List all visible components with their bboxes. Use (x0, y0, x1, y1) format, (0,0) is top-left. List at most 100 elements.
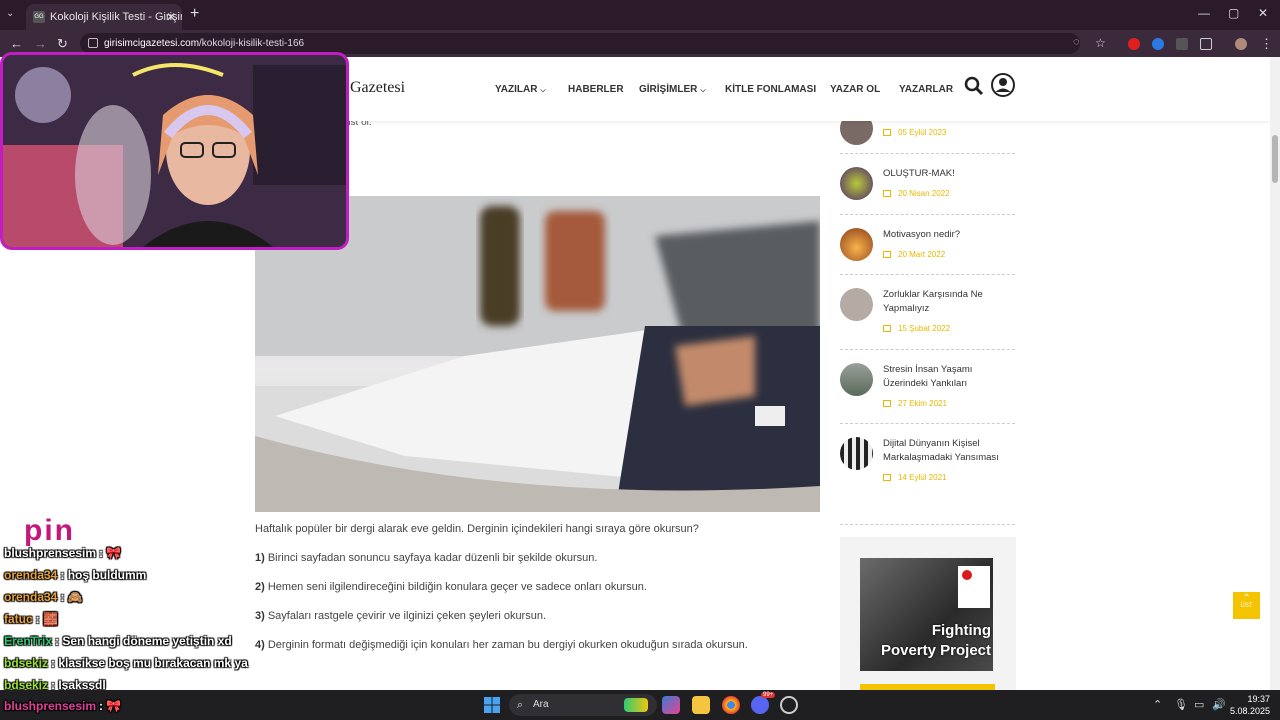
forward-arrow-icon[interactable]: → (34, 36, 47, 51)
tab-title: Kokoloji Kişilik Testi - Girişimci G (50, 11, 182, 23)
discord-icon[interactable] (751, 696, 769, 714)
tab-list-chevron-icon[interactable]: ⌄ (6, 8, 14, 19)
scrollbar-thumb[interactable] (1272, 135, 1278, 183)
close-window-button[interactable]: ✕ (1258, 6, 1268, 20)
minimize-button[interactable]: — (1198, 6, 1210, 20)
ad-caption-line-1: Fighting (931, 622, 991, 639)
sidebar-post[interactable]: Stresin İnsan Yaşamı Üzerindeki Yankılar… (840, 350, 1015, 424)
chat-message: fatuc: 🧱 (4, 612, 58, 626)
chat-username: bdsekiz (4, 656, 49, 670)
chat-message: orenda34: hoş buldumm (4, 568, 146, 582)
nav-kitle-fonlamasi[interactable]: KİTLE FONLAMASI (725, 84, 816, 95)
back-arrow-icon[interactable]: ← (10, 36, 23, 51)
post-date-text: 05 Eylül 2023 (898, 128, 947, 137)
option-text: Birinci sayfadan sonuncu sayfaya kadar d… (267, 552, 598, 564)
extensions-puzzle-icon[interactable] (1200, 38, 1212, 50)
post-title[interactable]: Stresin İnsan Yaşamı Üzerindeki Yankılar… (883, 363, 1015, 391)
bookmark-star-icon[interactable]: ☆ (1095, 36, 1106, 50)
tab-close-icon[interactable]: ✕ (166, 4, 176, 30)
chevron-down-icon: ⌵ (540, 87, 546, 94)
sidebar-ad[interactable]: Fighting Poverty Project (840, 537, 1016, 690)
profile-avatar[interactable] (1235, 38, 1247, 50)
clock-date: 5.08.2025 (1230, 706, 1271, 716)
chat-username: orenda34 (4, 590, 58, 604)
site-info-icon[interactable] (88, 38, 98, 48)
nav-label: GİRİŞİMLER (639, 84, 698, 95)
article-question: Haftalık popüler bir dergi alarak eve ge… (255, 523, 699, 535)
option-text: Derginin formatı değişmediği için konula… (267, 639, 748, 651)
address-bar[interactable]: girisimcigazetesi.com/kokoloji-kisilik-t… (80, 33, 1080, 54)
taskbar-clock[interactable]: 19:37 5.08.2025 (1230, 693, 1270, 717)
chat-username: orenda34 (4, 568, 58, 582)
calendar-icon (883, 400, 891, 407)
chat-text: : 🎀 (99, 699, 122, 713)
option-3: 3) Sayfaları rastgele çevirir ve ilginiz… (255, 610, 546, 622)
extension-blue-icon[interactable] (1152, 38, 1164, 50)
post-thumbnail (840, 437, 873, 470)
post-date: 05 Eylül 2023 (883, 128, 946, 137)
copilot-icon[interactable] (662, 696, 680, 714)
chat-text: : 🎀 (99, 546, 122, 560)
sidebar-post[interactable]: Dijital Dünyanın Kişisel Markalaşmadaki … (840, 424, 1015, 525)
new-tab-button[interactable]: + (190, 5, 199, 23)
option-text: Sayfaları rastgele çevirir ve ilginizi ç… (267, 610, 547, 622)
nav-yazarlar[interactable]: YAZARLAR (899, 84, 953, 95)
search-icon[interactable] (964, 76, 984, 96)
browser-menu-icon[interactable]: ⋮ (1260, 36, 1273, 52)
chat-username: blushprensesim (4, 546, 97, 560)
nav-girisimler[interactable]: GİRİŞİMLER ⌵ (639, 84, 706, 95)
tray-chevron-up-icon[interactable]: ⌃ (1153, 698, 1162, 711)
site-logo[interactable]: Gazetesi (350, 79, 405, 97)
tab-active[interactable]: GG Kokoloji Kişilik Testi - Girişimci G … (26, 4, 182, 30)
nav-label: HABERLER (568, 84, 624, 95)
extension-dark-icon[interactable] (1176, 38, 1188, 50)
chat-username: blushprensesim (4, 699, 97, 713)
post-date-text: 15 Şubat 2022 (898, 324, 951, 333)
maximize-button[interactable]: ▢ (1228, 6, 1239, 20)
ad-image[interactable]: Fighting Poverty Project (860, 558, 993, 671)
chevron-down-icon: ⌵ (700, 87, 706, 94)
notification-badge: 99+ (761, 692, 776, 698)
chrome-icon[interactable] (722, 696, 740, 714)
post-title[interactable]: OLUŞTUR-MAK! (883, 167, 1015, 181)
post-title[interactable]: Motivasyon nedir? (883, 228, 1015, 242)
microphone-icon[interactable]: 🎙 (1174, 698, 1188, 711)
url-host: girisimcigazetesi.com (104, 38, 200, 49)
chat-text: : Sen hangi döneme yetiştin xd (55, 634, 232, 648)
chat-message: ErenTrix: Sen hangi döneme yetiştin xd (4, 634, 232, 648)
page-scrollbar[interactable] (1270, 57, 1280, 690)
chevron-up-icon: ⌃ (1242, 593, 1251, 604)
post-date: 15 Şubat 2022 (883, 324, 950, 333)
user-account-icon[interactable] (991, 73, 1015, 97)
reload-icon[interactable]: ↻ (57, 36, 68, 52)
chat-message: blushprensesim: 🎀 (4, 546, 121, 560)
site-favicon-icon: GG (33, 11, 45, 23)
post-date: 14 Eylül 2021 (883, 473, 946, 482)
extension-red-icon[interactable] (1128, 38, 1140, 50)
nav-haberler[interactable]: HABERLER (568, 84, 624, 95)
calendar-icon (883, 190, 891, 197)
post-title[interactable]: Zorluklar Karşısında Ne Yapmalıyız (883, 288, 1015, 316)
sidebar-post[interactable]: Zorluklar Karşısında Ne Yapmalıyız 15 Şu… (840, 275, 1015, 350)
post-title[interactable]: Dijital Dünyanın Kişisel Markalaşmadaki … (883, 437, 1015, 465)
calendar-icon (883, 474, 891, 481)
network-icon[interactable]: ▭ (1194, 698, 1204, 711)
widget-app-icon[interactable] (624, 698, 648, 712)
eye-slash-icon[interactable]: ◌ (1073, 36, 1080, 48)
sidebar-post[interactable]: OLUŞTUR-MAK! 20 Nisan 2022 (840, 154, 1015, 215)
chat-text: : 🙈 (60, 590, 83, 604)
chat-message: orenda34: 🙈 (4, 590, 83, 604)
file-explorer-icon[interactable] (692, 696, 710, 714)
sidebar-post[interactable]: Motivasyon nedir? 20 Mart 2022 (840, 215, 1015, 275)
obs-icon[interactable] (780, 696, 798, 714)
webcam-overlay (0, 52, 349, 250)
post-thumbnail (840, 228, 873, 261)
nav-yazar-ol[interactable]: YAZAR OL (830, 84, 880, 95)
windows-start-icon[interactable] (484, 697, 500, 713)
nav-yazilar[interactable]: YAZILAR ⌵ (495, 84, 546, 95)
scroll-to-top-button[interactable]: ⌃ ÜST (1233, 592, 1260, 619)
nav-label: YAZILAR (495, 84, 538, 95)
clock-time: 19:37 (1247, 694, 1270, 704)
option-4: 4) Derginin formatı değişmediği için kon… (255, 639, 748, 651)
volume-icon[interactable]: 🔊 (1212, 698, 1226, 711)
